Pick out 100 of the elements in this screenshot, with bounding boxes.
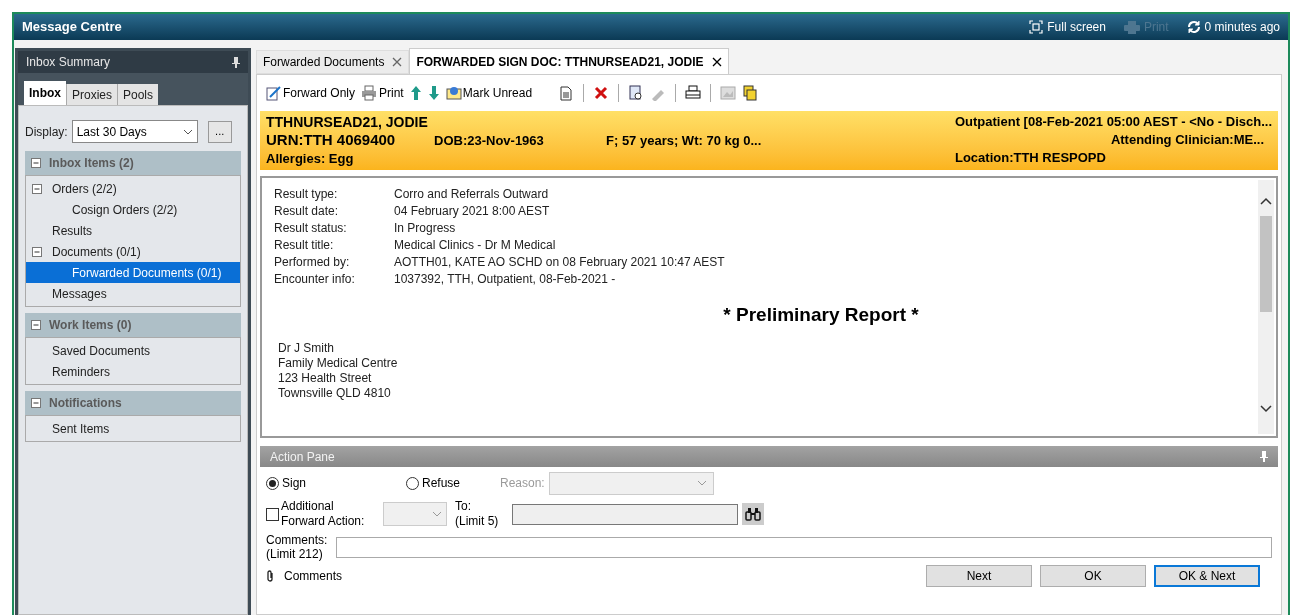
patient-dob: DOB:23-Nov-1963 bbox=[434, 132, 545, 150]
chevron-down-icon bbox=[696, 480, 707, 486]
collapse-icon bbox=[31, 158, 41, 168]
tree-item[interactable]: Saved Documents bbox=[26, 340, 240, 361]
tree-item[interactable]: Orders (2/2) bbox=[26, 178, 240, 199]
tree-item[interactable]: Documents (0/1) bbox=[26, 241, 240, 262]
mark-unread-button[interactable]: Mark Unread bbox=[445, 84, 533, 102]
radio-button[interactable] bbox=[266, 476, 279, 490]
field-label: Display: bbox=[25, 123, 68, 141]
scrollbar[interactable] bbox=[1258, 180, 1274, 434]
field-value: AOTTH01, KATE AO SCHD on 08 February 2021 10:47 AEST bbox=[394, 254, 725, 271]
tab[interactable]: Inbox bbox=[24, 81, 66, 105]
collapse-icon bbox=[32, 183, 42, 194]
field-label: (Limit 5) bbox=[455, 514, 500, 529]
header-button[interactable]: 0 minutes ago bbox=[1186, 18, 1280, 36]
radio-label: Refuse bbox=[422, 475, 461, 492]
field-label: Performed by: bbox=[274, 254, 351, 271]
tree-item[interactable]: Reminders bbox=[26, 361, 240, 382]
radio-button[interactable] bbox=[406, 476, 419, 490]
collapse-icon bbox=[31, 320, 41, 330]
tab[interactable]: Proxies bbox=[66, 84, 117, 105]
header-button[interactable]: Full screen bbox=[1029, 18, 1106, 36]
field-label: Result title: bbox=[274, 237, 335, 254]
chevron-down-icon bbox=[432, 511, 442, 517]
document-tab[interactable]: FORWARDED SIGN DOC: TTHNURSEAD21, JODIE bbox=[409, 48, 729, 74]
collapse-icon bbox=[31, 398, 41, 408]
field-value: 04 February 2021 8:00 AEST bbox=[394, 203, 550, 220]
window-title: Message Centre bbox=[22, 18, 122, 37]
action-button[interactable]: OK & Next bbox=[1154, 565, 1260, 587]
toolbar-button[interactable] bbox=[742, 85, 759, 101]
section-header[interactable]: Work Items (0) bbox=[25, 313, 241, 337]
up-arrow-icon bbox=[409, 85, 422, 101]
tab[interactable]: Pools bbox=[117, 84, 159, 105]
field-label: Reason: bbox=[500, 475, 545, 492]
attending-clinician: Attending Clinician:ME... bbox=[1110, 131, 1265, 149]
document-icon bbox=[558, 85, 575, 101]
comments-field[interactable] bbox=[336, 536, 1272, 558]
action-button[interactable]: Next bbox=[926, 565, 1032, 587]
checkbox[interactable] bbox=[266, 507, 279, 521]
checkbox-label: Forward Action: bbox=[281, 514, 366, 529]
down-arrow-icon bbox=[427, 85, 440, 101]
more-button[interactable]: ... bbox=[207, 120, 232, 143]
image-icon bbox=[720, 85, 737, 101]
field-label: (Limit 212) bbox=[266, 547, 324, 561]
collapse-icon bbox=[32, 246, 42, 257]
recipient-field[interactable] bbox=[512, 503, 738, 525]
lookup-button[interactable] bbox=[742, 503, 764, 525]
tree-item[interactable]: Results bbox=[26, 220, 240, 241]
forward-icon bbox=[266, 85, 282, 101]
section-header[interactable]: Notifications bbox=[25, 391, 241, 415]
document-search-icon bbox=[628, 85, 645, 101]
tree-item[interactable]: Forwarded Documents (0/1) bbox=[26, 262, 240, 283]
radio-label: Sign bbox=[282, 475, 307, 492]
documents-icon bbox=[742, 85, 759, 101]
field-label: Comments: bbox=[266, 533, 329, 547]
envelope-icon bbox=[445, 85, 462, 101]
pin-icon bbox=[1260, 451, 1268, 462]
panel-title: Inbox Summary bbox=[26, 54, 111, 71]
patient-urn: URN:TTH 4069400 bbox=[266, 131, 397, 149]
field-label: Result date: bbox=[274, 203, 340, 220]
close-icon bbox=[392, 57, 403, 67]
field-value: Corro and Referrals Outward bbox=[394, 186, 549, 203]
pane-title: Action Pane bbox=[270, 448, 335, 466]
display-dropdown[interactable]: Last 30 Days bbox=[71, 120, 198, 143]
patient-location: Location:TTH RESPOPD bbox=[955, 149, 1106, 167]
toolbar-button[interactable] bbox=[628, 85, 645, 101]
binoculars-icon bbox=[745, 507, 761, 521]
section-header[interactable]: Inbox Items (2) bbox=[25, 151, 241, 175]
field-value: 1037392, TTH, Outpatient, 08-Feb-2021 - bbox=[394, 271, 616, 288]
address-line: Townsville QLD 4810 bbox=[278, 386, 392, 401]
address-line: Dr J Smith bbox=[278, 341, 335, 356]
action-button[interactable]: OK bbox=[1040, 565, 1146, 587]
field-label: Result status: bbox=[274, 220, 348, 237]
refresh-icon bbox=[1186, 20, 1201, 34]
patient-allergies: Allergies: Egg bbox=[266, 150, 355, 168]
address-line: Family Medical Centre bbox=[278, 356, 399, 371]
chevron-down-icon bbox=[182, 128, 193, 135]
forward-button[interactable]: Forward Only bbox=[266, 84, 356, 102]
report-heading: * Preliminary Report * bbox=[723, 306, 919, 323]
patient-name: TTHNURSEAD21, JODIE bbox=[266, 113, 429, 131]
field-value: In Progress bbox=[394, 220, 456, 237]
document-tab[interactable]: Forwarded Documents bbox=[256, 50, 410, 74]
field-label: Result type: bbox=[274, 186, 339, 203]
pin-icon bbox=[232, 56, 240, 68]
paperclip-icon bbox=[266, 570, 274, 582]
field-label: To: bbox=[455, 499, 472, 514]
attachment-link[interactable]: Comments bbox=[266, 567, 342, 585]
tree-item[interactable]: Cosign Orders (2/2) bbox=[26, 199, 240, 220]
checkbox-label: Additional bbox=[281, 499, 335, 514]
print-button[interactable]: Print bbox=[361, 84, 404, 102]
field-value: Medical Clinics - Dr M Medical bbox=[394, 237, 556, 254]
field-label: Encounter info: bbox=[274, 271, 356, 288]
fullscreen-icon bbox=[1029, 20, 1044, 34]
down-button[interactable] bbox=[427, 85, 440, 101]
tree-item[interactable]: Messages bbox=[26, 283, 240, 304]
up-button[interactable] bbox=[409, 85, 422, 101]
patient-demographics: F; 57 years; Wt: 70 kg 0... bbox=[606, 132, 762, 150]
close-icon bbox=[711, 56, 722, 67]
encounter-info: Outpatient [08-Feb-2021 05:00 AEST - <No - Disch... bbox=[955, 113, 1272, 131]
delete-button[interactable] bbox=[593, 85, 610, 101]
